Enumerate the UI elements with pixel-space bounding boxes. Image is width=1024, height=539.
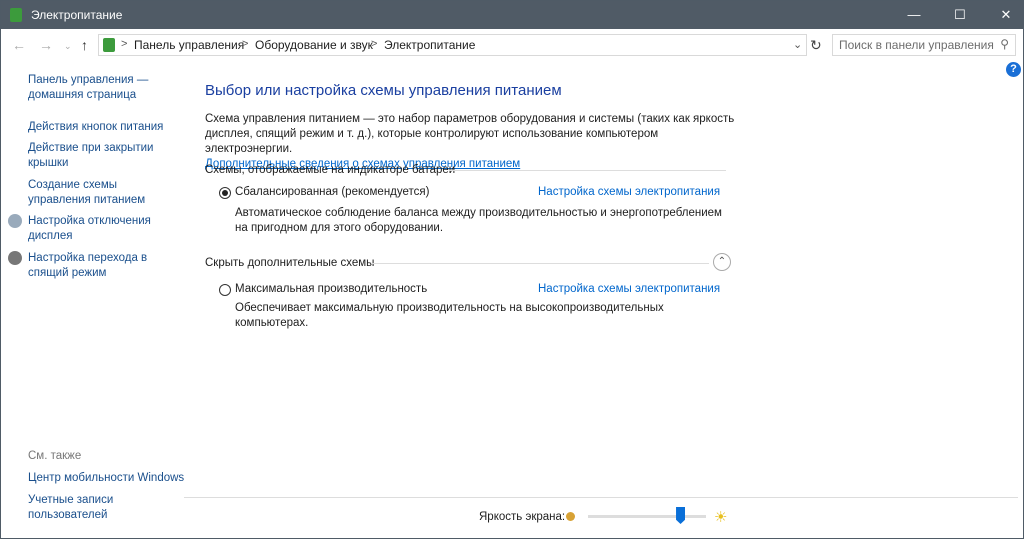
plan-max-radio[interactable]: [219, 284, 231, 296]
sidebar-item-user-accounts[interactable]: Учетные записи пользователей: [28, 493, 128, 523]
page-title: Выбор или настройка схемы управления пит…: [205, 82, 562, 99]
divider: [371, 263, 709, 264]
sidebar-item-display-off[interactable]: Настройка отключения дисплея: [28, 214, 158, 244]
navigation-bar: ← → ⌄ ↑ > Панель управления > Оборудован…: [1, 29, 1024, 61]
close-button[interactable]: ✕: [983, 1, 1024, 29]
breadcrumb-control-panel[interactable]: Панель управления: [134, 38, 244, 52]
power-icon: [10, 8, 22, 22]
brightness-slider-thumb[interactable]: [676, 507, 686, 524]
search-icon: ⚲: [1000, 37, 1009, 51]
brightness-high-icon: ☀: [714, 509, 728, 526]
brightness-label: Яркость экрана:: [479, 511, 566, 523]
chevron-down-icon[interactable]: ⌄: [793, 38, 802, 51]
sleep-icon: [8, 251, 22, 265]
plan-balanced-desc: Автоматическое соблюдение баланса между …: [235, 207, 722, 234]
plan-balanced-radio[interactable]: [219, 187, 231, 199]
sidebar-home-link[interactable]: Панель управления — домашняя страница: [28, 73, 158, 103]
breadcrumb-hardware[interactable]: Оборудование и звук: [255, 38, 373, 52]
sidebar-item-power-buttons[interactable]: Действия кнопок питания: [28, 120, 163, 135]
chevron-right-icon: >: [371, 38, 378, 50]
minimize-button[interactable]: —: [891, 1, 937, 29]
chevron-up-icon[interactable]: ⌃: [713, 253, 731, 271]
divider: [449, 170, 726, 171]
chevron-right-icon: >: [242, 38, 249, 50]
see-also-heading: См. также: [28, 450, 82, 462]
sidebar-item-lid[interactable]: Действие при закрытии крышки: [28, 141, 158, 171]
breadcrumb-power[interactable]: Электропитание: [384, 38, 475, 52]
plan-max-label[interactable]: Максимальная производительность: [235, 283, 427, 295]
forward-icon[interactable]: →: [39, 37, 53, 53]
up-icon[interactable]: ↑: [81, 37, 88, 53]
group-battery-plans: Схемы, отображаемые на индикаторе батаре…: [205, 164, 456, 176]
divider: [184, 497, 1018, 498]
sidebar-item-sleep[interactable]: Настройка перехода в спящий режим: [28, 251, 158, 281]
plan-balanced-settings-link[interactable]: Настройка схемы электропитания: [538, 186, 720, 198]
power-icon: [103, 38, 115, 52]
display-icon: [8, 214, 22, 228]
window-title: Электропитание: [31, 8, 123, 22]
sidebar-item-mobility-center[interactable]: Центр мобильности Windows: [28, 471, 184, 486]
recent-dropdown-icon[interactable]: ⌄: [64, 41, 72, 52]
brightness-low-icon: [566, 512, 575, 521]
group-hidden-plans: Скрыть дополнительные схемы: [205, 257, 375, 269]
back-icon[interactable]: ←: [12, 37, 26, 53]
plan-balanced-label[interactable]: Сбалансированная (рекомендуется): [235, 186, 429, 198]
search-placeholder: Поиск в панели управления: [839, 38, 994, 52]
plan-max-desc: Обеспечивает максимальную производительн…: [235, 302, 664, 329]
chevron-right-icon: >: [121, 38, 128, 50]
sidebar-item-create-plan[interactable]: Создание схемы управления питанием: [28, 178, 178, 208]
maximize-button[interactable]: ☐: [937, 1, 983, 29]
page-description: Схема управления питанием — это набор па…: [205, 112, 745, 172]
help-icon[interactable]: ?: [1006, 62, 1021, 77]
description-text: Схема управления питанием — это набор па…: [205, 113, 735, 155]
search-input[interactable]: Поиск в панели управления ⚲: [832, 34, 1016, 56]
refresh-icon[interactable]: ↻: [810, 37, 822, 54]
plan-max-settings-link[interactable]: Настройка схемы электропитания: [538, 283, 720, 295]
address-bar[interactable]: > Панель управления > Оборудование и зву…: [98, 34, 807, 56]
brightness-slider[interactable]: [588, 515, 706, 518]
title-bar: Электропитание — ☐ ✕: [1, 1, 1024, 29]
